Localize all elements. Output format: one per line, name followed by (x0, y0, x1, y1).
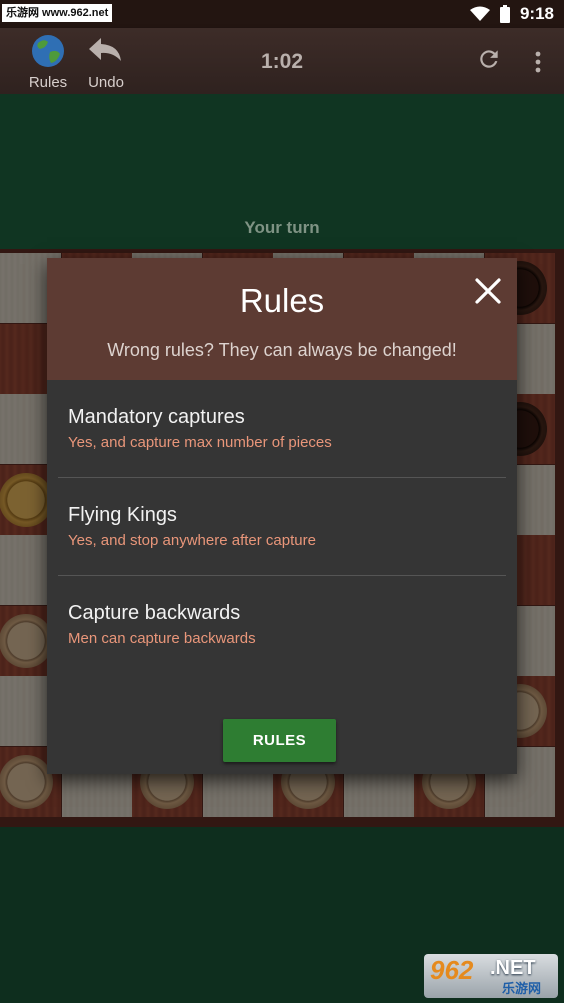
dialog-subtitle: Wrong rules? They can always be changed! (107, 340, 457, 360)
status-icons: 9:18 (469, 0, 554, 28)
more-vert-icon[interactable] (530, 50, 546, 74)
rule-title: Mandatory captures (68, 406, 245, 428)
rule-item-capture-backwards[interactable]: Capture backwards Men can capture backwa… (68, 602, 498, 647)
rule-value: Men can capture backwards (68, 630, 256, 647)
rules-button[interactable]: RULES (223, 719, 336, 762)
divider (58, 575, 506, 576)
undo-toolbar-label: Undo (88, 74, 124, 91)
clock: 9:18 (519, 4, 554, 23)
app-bar: Rules Undo 1:02 (0, 28, 564, 94)
rule-value: Yes, and capture max number of pieces (68, 434, 332, 451)
rule-item-flying-kings[interactable]: Flying Kings Yes, and stop anywhere afte… (68, 504, 498, 549)
rule-title: Flying Kings (68, 504, 177, 526)
rules-toolbar-label: Rules (28, 74, 68, 91)
watermark-logo: 962 .NET 乐游网 (424, 954, 558, 998)
turn-indicator: Your turn (244, 218, 320, 237)
status-bar: 乐游网 www.962.net 9:18 (0, 0, 564, 28)
rule-title: Capture backwards (68, 602, 241, 624)
refresh-icon[interactable] (476, 46, 502, 72)
dialog-title: Rules (239, 282, 325, 319)
rule-value: Yes, and stop anywhere after capture (68, 532, 316, 549)
dialog-header: Rules Wrong rules? They can always be ch… (47, 258, 517, 380)
rules-dialog: Rules Wrong rules? They can always be ch… (47, 258, 517, 774)
close-icon[interactable] (471, 274, 505, 308)
divider (58, 477, 506, 478)
battery-icon (499, 5, 510, 23)
wifi-icon (469, 6, 490, 21)
watermark-label: 乐游网 www.962.net (2, 4, 113, 22)
rule-item-mandatory-captures[interactable]: Mandatory captures Yes, and capture max … (68, 406, 498, 451)
